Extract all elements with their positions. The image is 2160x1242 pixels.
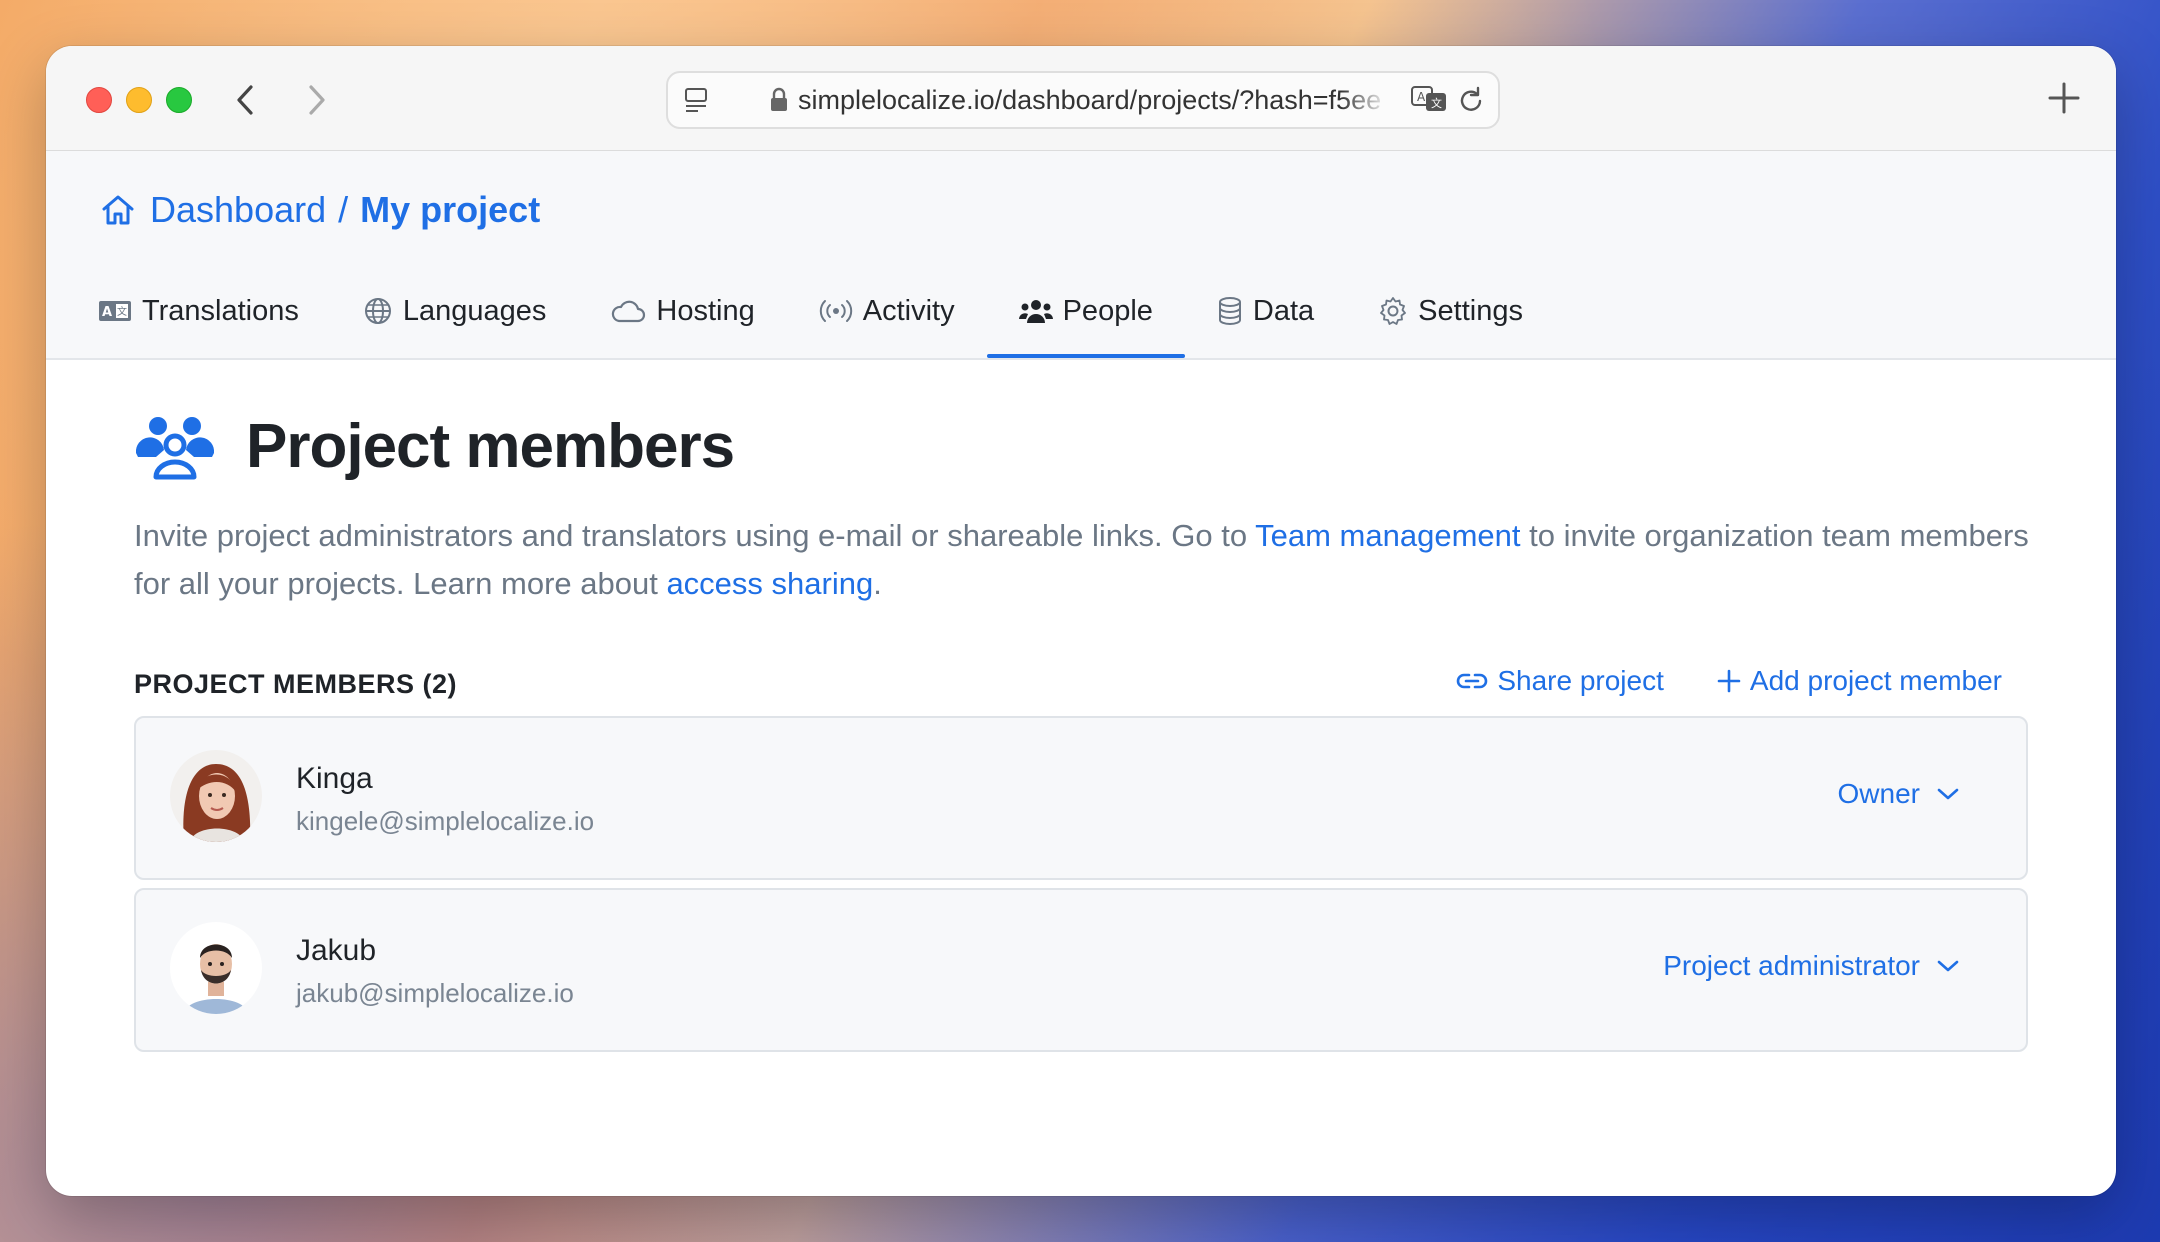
zoom-window-button[interactable] <box>166 87 192 113</box>
add-project-member-label: Add project member <box>1749 665 2002 696</box>
breadcrumb: Dashboard / My project <box>98 189 540 231</box>
tab-activity[interactable]: Activity <box>787 276 987 346</box>
tab-label: Translations <box>142 294 299 327</box>
people-icon <box>1018 297 1053 325</box>
member-email: jakub@simplelocalize.io <box>296 978 574 1008</box>
team-management-link[interactable]: Team management <box>1255 518 1520 553</box>
chevron-left-icon <box>237 85 253 115</box>
close-window-button[interactable] <box>86 87 112 113</box>
address-bar[interactable]: simplelocalize.io/dashboard/projects/?ha… <box>666 71 1500 129</box>
plus-icon <box>1716 668 1742 694</box>
browser-window: simplelocalize.io/dashboard/projects/?ha… <box>46 46 2116 1196</box>
role-dropdown[interactable]: Owner <box>1838 778 1960 810</box>
member-name: Kinga <box>296 762 373 795</box>
add-project-member-button[interactable]: Add project member <box>1716 665 2002 697</box>
home-icon[interactable] <box>98 190 138 230</box>
gear-icon <box>1378 296 1408 326</box>
breadcrumb-separator: / <box>338 189 349 230</box>
tab-label: People <box>1062 294 1153 327</box>
globe-icon <box>363 296 393 326</box>
share-project-button[interactable]: Share project <box>1455 665 1664 697</box>
svg-text:文: 文 <box>1431 96 1442 110</box>
tab-data[interactable]: Data <box>1185 276 1346 346</box>
new-tab-button[interactable] <box>2042 76 2086 120</box>
broadcast-icon <box>819 298 853 324</box>
share-project-label: Share project <box>1497 665 1664 696</box>
chevron-down-icon <box>1936 786 1960 802</box>
tab-label: Settings <box>1418 294 1523 327</box>
members-section-header: PROJECT MEMBERS (2) Share project Add pr… <box>134 661 2028 711</box>
back-button[interactable] <box>224 78 268 122</box>
breadcrumb-current-project[interactable]: My project <box>360 189 540 231</box>
tab-translations[interactable]: A文 Translations <box>98 276 331 346</box>
description-text: . <box>873 566 882 601</box>
page-title-row: Project members <box>134 411 2034 482</box>
svg-text:A: A <box>102 305 112 320</box>
chevron-down-icon <box>1936 958 1960 974</box>
reload-icon[interactable] <box>1458 85 1486 115</box>
page-content: Dashboard / My project A文 Translations L… <box>46 151 2116 1196</box>
link-icon <box>1455 670 1489 692</box>
cloud-icon <box>610 298 646 324</box>
member-row-kinga: Kinga kingele@simplelocalize.io Owner <box>134 716 2028 880</box>
description-text: Invite project administrators and transl… <box>134 518 1256 553</box>
people-icon <box>135 416 215 479</box>
member-email: kingele@simplelocalize.io <box>296 806 595 836</box>
members-section-title: PROJECT MEMBERS (2) <box>134 669 458 699</box>
url-text: simplelocalize.io/dashboard/projects/?ha… <box>798 85 1382 115</box>
role-label: Project administrator <box>1663 950 1920 981</box>
forward-button[interactable] <box>294 78 338 122</box>
tab-people[interactable]: People <box>986 276 1186 358</box>
page-menu-icon[interactable] <box>682 85 712 115</box>
svg-text:文: 文 <box>117 305 127 318</box>
tab-label: Languages <box>402 294 547 327</box>
breadcrumb-dashboard-link[interactable]: Dashboard <box>150 189 326 231</box>
member-row-jakub: Jakub jakub@simplelocalize.io Project ad… <box>134 888 2028 1052</box>
page-title: Project members <box>246 412 735 481</box>
lock-icon <box>771 87 787 111</box>
svg-text:A: A <box>1417 90 1426 104</box>
tab-label: Activity <box>862 294 955 327</box>
role-dropdown[interactable]: Project administrator <box>1663 950 1960 982</box>
project-header: Dashboard / My project A文 Translations L… <box>46 151 2116 360</box>
tab-label: Hosting <box>656 294 755 327</box>
minimize-window-button[interactable] <box>126 87 152 113</box>
people-section: Project members Invite project administr… <box>134 411 2034 1052</box>
member-name: Jakub <box>296 934 377 967</box>
translate-icon[interactable]: A 文 <box>1410 84 1450 114</box>
chevron-right-icon <box>309 85 325 115</box>
translation-icon: A文 <box>98 299 132 323</box>
tab-hosting[interactable]: Hosting <box>578 276 786 346</box>
page-description: Invite project administrators and transl… <box>134 512 2034 608</box>
role-label: Owner <box>1837 778 1920 809</box>
tab-languages[interactable]: Languages <box>331 276 579 346</box>
avatar <box>170 750 262 842</box>
access-sharing-link[interactable]: access sharing <box>666 566 873 601</box>
database-icon <box>1217 296 1243 326</box>
members-actions: Share project Add project member <box>1403 665 2002 697</box>
project-tabs: A文 Translations Languages Hosting Activi… <box>98 276 1555 358</box>
browser-toolbar: simplelocalize.io/dashboard/projects/?ha… <box>46 46 2116 151</box>
tab-label: Data <box>1252 294 1315 327</box>
avatar <box>170 922 262 1014</box>
tab-settings[interactable]: Settings <box>1346 276 1555 346</box>
